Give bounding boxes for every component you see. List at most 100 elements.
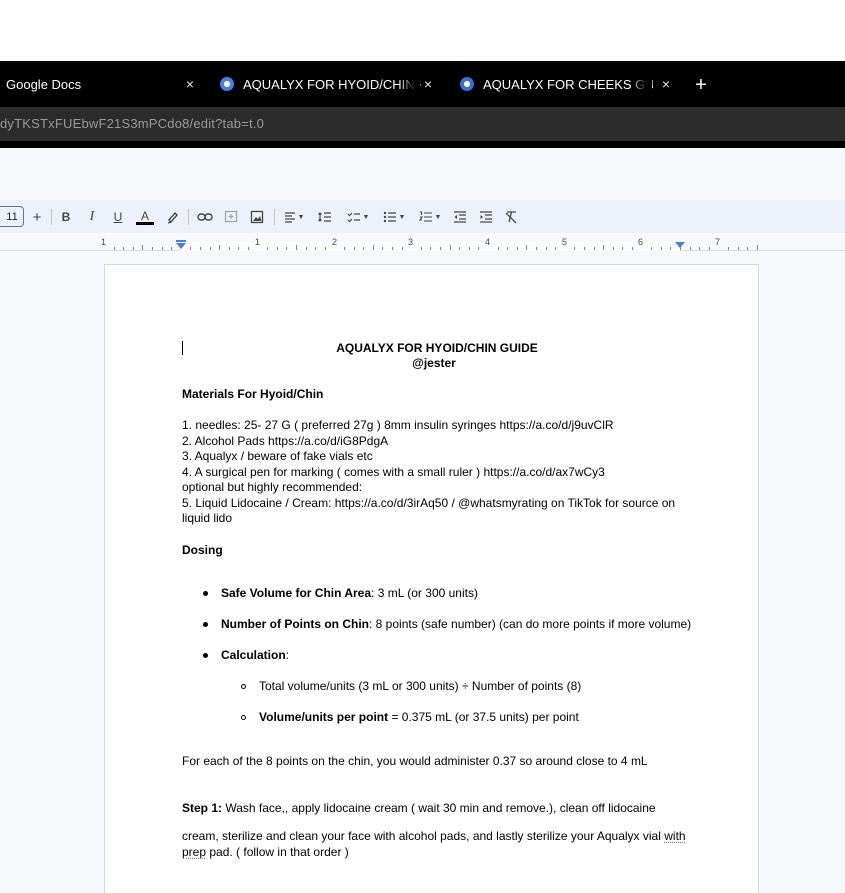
ruler-tick: [171, 247, 172, 250]
materials-line: 2. Alcohol Pads https://a.co/d/iG8PdgA: [182, 434, 389, 448]
clear-formatting-icon[interactable]: [502, 207, 520, 227]
insert-link-icon[interactable]: [196, 207, 214, 227]
text-color-button[interactable]: A: [136, 207, 154, 227]
text-color-swatch: [136, 221, 154, 225]
docs-favicon-icon: [220, 77, 234, 91]
close-tab-icon[interactable]: ×: [180, 74, 200, 94]
bullet-point: [203, 591, 208, 596]
bullet-text: = 0.375 mL (or 37.5 units) per point: [388, 710, 579, 724]
ruler-tick: [498, 247, 499, 250]
sub-bullet-per-point: Volume/units per point = 0.375 mL (or 37…: [259, 710, 579, 725]
ruler-tick: [507, 247, 508, 250]
toolbar-divider: [274, 209, 275, 225]
ruler-tick: [699, 247, 700, 250]
ruler-tick: [430, 247, 431, 250]
left-indent-marker[interactable]: [176, 243, 186, 249]
grammar-suggestion[interactable]: prep: [182, 845, 206, 859]
window-top-area: [0, 0, 845, 61]
line-spacing-icon[interactable]: [316, 207, 334, 227]
underline-button[interactable]: U: [110, 207, 126, 227]
ruler-tick: [373, 245, 374, 250]
ruler-tick: [517, 247, 518, 250]
ruler-number: 3: [408, 237, 414, 247]
bullet-calculation: Calculation:: [221, 648, 289, 663]
close-tab-icon[interactable]: ×: [418, 74, 438, 94]
ruler-tick: [670, 247, 671, 250]
step-1-line-3: prep pad. ( follow in that order ): [182, 845, 349, 860]
bullet-safe-volume: Safe Volume for Chin Area: 3 mL (or 300 …: [221, 586, 478, 601]
checklist-dropdown[interactable]: ▼: [343, 207, 373, 227]
first-line-indent-marker[interactable]: [176, 240, 186, 242]
browser-tab-bar: Google Docs × AQUALYX FOR HYOID/CHIN + N…: [0, 61, 845, 107]
ruler-number: 1: [255, 237, 261, 247]
ruler-number: 4: [485, 237, 491, 247]
sub-bullet-point: [241, 684, 246, 689]
ruler-tick: [546, 247, 547, 250]
ruler-number: 1: [101, 237, 107, 247]
ruler-tick: [190, 247, 191, 250]
ruler-number: 5: [562, 237, 568, 247]
ruler-tick: [622, 247, 623, 250]
materials-line: optional but highly recommended:: [182, 480, 363, 494]
step-label: Step 1:: [182, 801, 223, 815]
decrease-indent-icon[interactable]: [451, 207, 469, 227]
dosing-heading: Dosing: [182, 543, 223, 557]
grammar-suggestion[interactable]: with: [664, 829, 685, 843]
ruler-tick: [315, 247, 316, 250]
ruler-tick: [555, 247, 556, 250]
ruler-tick: [421, 247, 422, 250]
close-tab-icon[interactable]: ×: [656, 74, 676, 94]
add-comment-icon[interactable]: [222, 207, 240, 227]
url-text[interactable]: dyTKSTxFUEbwF21S3mPCdo8/edit?tab=t.0: [0, 116, 264, 131]
font-size-input[interactable]: 11: [0, 206, 24, 227]
ruler-tick: [123, 247, 124, 250]
ruler-tick: [402, 247, 403, 250]
ruler-tick: [661, 247, 662, 250]
tab-aqualyx-hyoid[interactable]: AQUALYX FOR HYOID/CHIN + N ×: [220, 61, 445, 107]
ruler-number: 7: [715, 237, 721, 247]
ruler-tick: [325, 247, 326, 250]
toolbar-divider: [188, 209, 189, 225]
ruler-tick: [238, 247, 239, 250]
materials-line: 4. A surgical pen for marking ( comes wi…: [182, 465, 605, 479]
bullet-bold: Volume/units per point: [259, 710, 389, 724]
increase-indent-icon[interactable]: [477, 207, 495, 227]
ruler-tick: [459, 247, 460, 250]
insert-image-icon[interactable]: [248, 207, 266, 227]
step-1-line-1: Step 1: Wash face,, apply lidocaine crea…: [182, 801, 656, 816]
bullet-text: : 3 mL (or 300 units): [371, 586, 478, 600]
bullet-point: [203, 653, 208, 658]
ruler-tick: [709, 247, 710, 250]
right-indent-marker[interactable]: [675, 242, 685, 248]
ruler-tick: [267, 247, 268, 250]
chevron-down-icon: ▼: [398, 213, 406, 221]
new-tab-button[interactable]: +: [690, 74, 712, 96]
sub-bullet-point: [241, 715, 246, 720]
ruler-tick: [277, 247, 278, 250]
docs-toolbar: 11 + B I U A ▼ ▼ ▼ ▼: [0, 200, 845, 233]
tab-google-docs[interactable]: Google Docs ×: [6, 61, 211, 107]
bold-button[interactable]: B: [58, 207, 74, 227]
bulleted-list-dropdown[interactable]: ▼: [379, 207, 409, 227]
ruler-number: 6: [638, 237, 644, 247]
bullet-bold: Safe Volume for Chin Area: [221, 586, 372, 600]
step-text: cream, sterilize and clean your face wit…: [182, 829, 665, 843]
align-dropdown[interactable]: ▼: [281, 207, 307, 227]
ruler-tick: [142, 245, 143, 250]
highlight-color-icon[interactable]: [164, 207, 182, 227]
tab-aqualyx-cheeks[interactable]: AQUALYX FOR CHEEKS GUIDE - ×: [460, 61, 685, 107]
tab-label: Google Docs: [6, 76, 82, 92]
bullet-text: :: [285, 648, 290, 662]
numbered-list-dropdown[interactable]: ▼: [415, 207, 445, 227]
increase-font-size-button[interactable]: +: [30, 207, 44, 227]
ruler-tick: [747, 247, 748, 250]
toolbar-divider: [51, 209, 52, 225]
ruler-tick: [152, 247, 153, 250]
ruler-tick: [536, 247, 537, 250]
bullet-bold: Number of Points on Chin: [221, 617, 369, 631]
address-bar[interactable]: dyTKSTxFUEbwF21S3mPCdo8/edit?tab=t.0: [0, 107, 845, 141]
ruler-tick: [162, 247, 163, 250]
ruler-tick: [296, 245, 297, 250]
italic-button[interactable]: I: [84, 207, 100, 227]
ruler-tick: [450, 245, 451, 250]
